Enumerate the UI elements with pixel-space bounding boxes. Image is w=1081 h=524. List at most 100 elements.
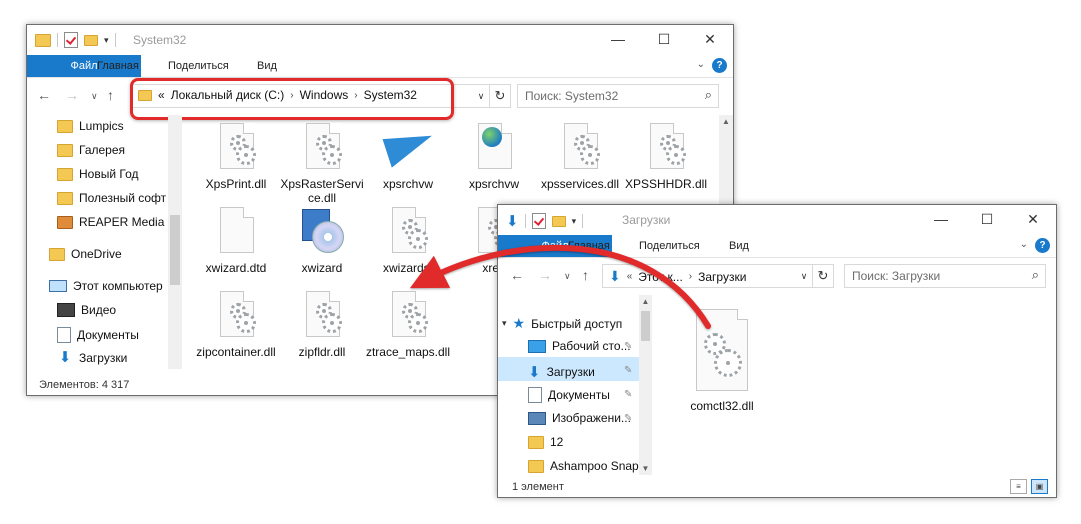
minimize-button[interactable]: —: [918, 205, 964, 235]
nav-item-pictures[interactable]: Изображени...: [528, 411, 631, 425]
refresh-icon[interactable]: ↻: [489, 85, 510, 107]
nav-item-gallery[interactable]: Галерея: [57, 143, 125, 157]
file-item[interactable]: zipcontainer.dll: [193, 291, 279, 359]
recent-locations-chevron-icon[interactable]: ∨: [564, 271, 571, 282]
help-button[interactable]: ?: [712, 58, 727, 73]
address-bar[interactable]: ⬇ « Этот к... › Загрузки ∨ ↻: [602, 264, 834, 288]
large-icons-view-icon[interactable]: ▣: [1031, 479, 1048, 494]
search-input[interactable]: Поиск: Загрузки: [852, 269, 940, 283]
file-item[interactable]: XpsRasterService.dll: [279, 123, 365, 205]
breadcrumb-item-downloads[interactable]: Загрузки: [698, 270, 746, 284]
breadcrumb-separator-icon[interactable]: ›: [689, 271, 692, 282]
search-box[interactable]: Поиск: System32 ⌕: [517, 84, 719, 108]
details-view-icon[interactable]: ≡: [1010, 479, 1027, 494]
tab-home[interactable]: Главная: [97, 55, 139, 77]
minimize-button[interactable]: —: [595, 25, 641, 55]
customize-toolbar-chevron-icon[interactable]: ▾: [572, 216, 577, 227]
customize-toolbar-chevron-icon[interactable]: ▾: [104, 35, 109, 46]
nav-pane-scrollbar[interactable]: ▲ ▼: [639, 295, 652, 475]
computer-icon: [49, 280, 67, 292]
file-item[interactable]: ztrace_maps.dll: [365, 291, 451, 359]
nav-item-label: Документы: [548, 388, 610, 402]
file-item[interactable]: xpsrchvw: [451, 123, 537, 191]
file-item[interactable]: xpsservices.dll: [537, 123, 623, 191]
scroll-down-icon[interactable]: ▼: [639, 464, 652, 473]
address-history-chevron-icon[interactable]: ∨: [794, 265, 813, 287]
nav-item-downloads[interactable]: ⬇ Загрузки: [57, 350, 128, 365]
forward-arrow-icon[interactable]: →: [65, 87, 79, 103]
window-title: Загрузки: [622, 213, 671, 227]
tab-share[interactable]: Поделиться: [639, 235, 700, 257]
back-arrow-icon[interactable]: ←: [510, 267, 524, 283]
up-arrow-icon[interactable]: ↑: [107, 87, 114, 103]
nav-item-documents[interactable]: Документы: [57, 327, 139, 343]
expand-ribbon-chevron-icon[interactable]: ⌄: [1020, 239, 1028, 250]
file-item[interactable]: xwizard.dtd: [193, 207, 279, 275]
file-item[interactable]: comctl32.dll: [682, 309, 762, 413]
recent-locations-chevron-icon[interactable]: ∨: [91, 91, 98, 102]
xps-viewer-icon: [382, 123, 438, 171]
file-item[interactable]: XpsPrint.dll: [193, 123, 279, 191]
back-arrow-icon[interactable]: ←: [37, 87, 51, 103]
nav-item-desktop[interactable]: Рабочий сто...: [528, 339, 631, 353]
nav-item-label: OneDrive: [71, 247, 122, 261]
new-folder-icon[interactable]: [84, 34, 98, 46]
nav-item-reaper-media[interactable]: REAPER Media: [57, 215, 164, 229]
nav-item-new-year[interactable]: Новый Год: [57, 167, 138, 181]
scroll-up-icon[interactable]: ▲: [639, 297, 652, 306]
expand-ribbon-chevron-icon[interactable]: ⌄: [697, 59, 705, 70]
nav-item-useful-software[interactable]: Полезный софт: [57, 191, 166, 205]
title-bar[interactable]: ▾ System32 — ☐ ✕: [27, 25, 733, 55]
breadcrumb-item-this-pc[interactable]: Этот к...: [638, 270, 682, 284]
scroll-up-icon[interactable]: ▲: [719, 117, 733, 126]
divider: [114, 33, 116, 47]
nav-item-documents[interactable]: Документы: [528, 387, 610, 403]
file-name: zipcontainer.dll: [196, 345, 276, 359]
up-arrow-icon[interactable]: ↑: [582, 267, 589, 283]
refresh-icon[interactable]: ↻: [812, 265, 833, 287]
nav-item-this-pc[interactable]: Этот компьютер: [49, 279, 163, 293]
forward-arrow-icon[interactable]: →: [538, 267, 552, 283]
file-name: xwizard.dtd: [205, 261, 267, 275]
close-button[interactable]: ✕: [687, 25, 733, 55]
nav-item-12[interactable]: 12: [528, 435, 563, 449]
file-item[interactable]: xwizard: [279, 207, 365, 275]
nav-item-video[interactable]: Видео: [57, 303, 116, 317]
help-button[interactable]: ?: [1035, 238, 1050, 253]
nav-item-label: Быстрый доступ: [531, 316, 623, 331]
file-item[interactable]: xwizards.: [365, 207, 451, 275]
search-box[interactable]: Поиск: Загрузки ⌕: [844, 264, 1046, 288]
nav-item-quick-access[interactable]: ▾ ★ Быстрый доступ: [502, 315, 622, 332]
ribbon-tabs: Файл Главная Поделиться Вид ⌄ ?: [27, 55, 733, 78]
pin-icon[interactable]: ✎: [624, 365, 632, 376]
pin-icon[interactable]: ✎: [624, 413, 632, 424]
nav-item-ashampoo-snap[interactable]: Ashampoo Snap: [528, 459, 639, 473]
file-item[interactable]: zipfldr.dll: [279, 291, 365, 359]
properties-icon[interactable]: [531, 213, 546, 229]
tab-view[interactable]: Вид: [729, 235, 749, 257]
search-input[interactable]: Поиск: System32: [525, 89, 618, 103]
nav-item-onedrive[interactable]: OneDrive: [49, 247, 122, 261]
nav-item-label: Ashampoo Snap: [550, 459, 639, 473]
maximize-button[interactable]: ☐: [641, 25, 687, 55]
breadcrumb-separator-icon[interactable]: «: [627, 271, 633, 282]
tab-share[interactable]: Поделиться: [168, 55, 229, 77]
nav-pane-scrollbar[interactable]: [168, 115, 182, 369]
nav-item-downloads[interactable]: ⬇ Загрузки: [528, 363, 595, 381]
properties-icon[interactable]: [64, 32, 78, 48]
new-folder-icon[interactable]: [551, 215, 566, 227]
tab-view[interactable]: Вид: [257, 55, 277, 77]
title-bar[interactable]: ⬇ ▾ Загрузки — ☐ ✕: [498, 205, 1056, 235]
scrollbar-thumb[interactable]: [170, 215, 180, 285]
pin-icon[interactable]: ✎: [624, 389, 632, 400]
address-history-chevron-icon[interactable]: ∨: [471, 85, 490, 107]
pin-icon[interactable]: ✎: [624, 341, 632, 352]
close-button[interactable]: ✕: [1010, 205, 1056, 235]
file-item[interactable]: XPSSHHDR.dll: [623, 123, 709, 191]
file-item[interactable]: xpsrchvw: [365, 123, 451, 191]
tab-home[interactable]: Главная: [568, 235, 610, 257]
scrollbar-thumb[interactable]: [641, 311, 650, 341]
maximize-button[interactable]: ☐: [964, 205, 1010, 235]
expanded-chevron-icon[interactable]: ▾: [502, 318, 507, 329]
nav-item-lumpics[interactable]: Lumpics: [57, 119, 124, 133]
